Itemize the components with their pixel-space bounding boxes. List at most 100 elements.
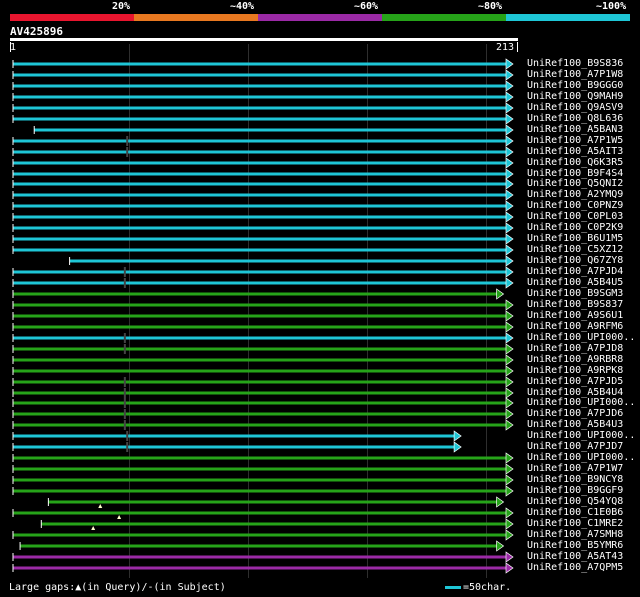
hit-end-arrow	[496, 496, 505, 508]
query-gap-marker	[117, 515, 122, 519]
hit-label[interactable]: UniRef100_A7P1W5	[527, 135, 623, 146]
hit-end-arrow	[505, 376, 514, 388]
hit-label[interactable]: UniRef100_B9SGM3	[527, 288, 623, 299]
hit-end-arrow	[505, 124, 514, 136]
hit-end-arrow	[453, 430, 462, 442]
hit-label[interactable]: UniRef100_A2YMQ9	[527, 189, 623, 200]
hit-label[interactable]: UniRef100_A9RPK8	[527, 365, 623, 376]
hit-label[interactable]: UniRef100_A9S6U1	[527, 310, 623, 321]
hit-label[interactable]: UniRef100_Q8L636	[527, 113, 623, 124]
query-gap-marker	[91, 526, 96, 530]
hit-end-arrow	[505, 452, 514, 464]
hit-label[interactable]: UniRef100_Q9MAH9	[527, 91, 623, 102]
hit-end-arrow	[505, 277, 514, 289]
hit-end-arrow	[505, 408, 514, 420]
hit-end-arrow	[505, 299, 514, 311]
hit-end-arrow	[505, 354, 514, 366]
hit-label[interactable]: UniRef100_UPI000..	[527, 397, 635, 408]
hit-end-arrow	[453, 441, 462, 453]
hit-end-arrow	[505, 222, 514, 234]
hit-label[interactable]: UniRef100_UPI000..	[527, 332, 635, 343]
hit-label[interactable]: UniRef100_A7QPM5	[527, 562, 623, 573]
hit-label[interactable]: UniRef100_A7SMH8	[527, 529, 623, 540]
hit-label[interactable]: UniRef100_A7PJD7	[527, 441, 623, 452]
subject-gap-mark	[123, 409, 126, 419]
hit-label[interactable]: UniRef100_C0P2K9	[527, 222, 623, 233]
hit-label[interactable]: UniRef100_B9S836	[527, 58, 623, 69]
hit-end-arrow	[505, 507, 514, 519]
hit-label[interactable]: UniRef100_Q54YQ8	[527, 496, 623, 507]
hit-end-arrow	[505, 58, 514, 70]
hit-end-arrow	[496, 288, 505, 300]
hit-label[interactable]: UniRef100_B6U1M5	[527, 233, 623, 244]
hit-list: UniRef100_B9S836 UniRef100_A7P1W8 UniRef10…	[0, 0, 640, 597]
hit-end-arrow	[505, 463, 514, 475]
subject-gap-mark	[123, 344, 126, 354]
hit-end-arrow	[505, 113, 514, 125]
hit-label[interactable]: UniRef100_C1MRE2	[527, 518, 623, 529]
hit-label[interactable]: UniRef100_A7P1W8	[527, 69, 623, 80]
hit-end-arrow	[505, 332, 514, 344]
hit-end-arrow	[505, 343, 514, 355]
subject-gap-mark	[126, 147, 129, 157]
hit-end-arrow	[505, 102, 514, 114]
hit-end-arrow	[505, 266, 514, 278]
hit-label[interactable]: UniRef100_A7PJD6	[527, 408, 623, 419]
gap-legend: Large gaps:▲(in Query)/-(in Subject)	[9, 582, 226, 593]
hit-label[interactable]: UniRef100_C5XZ12	[527, 244, 623, 255]
hit-label[interactable]: UniRef100_Q6K3R5	[527, 157, 623, 168]
hit-end-arrow	[505, 244, 514, 256]
hit-end-arrow	[505, 529, 514, 541]
hit-label[interactable]: UniRef100_UPI000..	[527, 452, 635, 463]
subject-gap-mark	[123, 398, 126, 408]
hit-end-arrow	[505, 178, 514, 190]
hit-label[interactable]: UniRef100_Q67ZY8	[527, 255, 623, 266]
hit-label[interactable]: UniRef100_B9GGF9	[527, 485, 623, 496]
hit-end-arrow	[505, 387, 514, 399]
hit-end-arrow	[505, 365, 514, 377]
hit-end-arrow	[505, 397, 514, 409]
subject-gap-mark	[123, 420, 126, 430]
hit-label[interactable]: UniRef100_A5AT43	[527, 551, 623, 562]
hit-label[interactable]: UniRef100_A9RBR8	[527, 354, 623, 365]
hit-label[interactable]: UniRef100_A5AIT3	[527, 146, 623, 157]
hit-label[interactable]: UniRef100_C0PL03	[527, 211, 623, 222]
hit-end-arrow	[505, 310, 514, 322]
hit-end-arrow	[505, 189, 514, 201]
hit-label[interactable]: UniRef100_A7PJD8	[527, 343, 623, 354]
hit-label[interactable]: UniRef100_C0PNZ9	[527, 200, 623, 211]
hit-end-arrow	[505, 200, 514, 212]
hit-label[interactable]: UniRef100_A7P1W7	[527, 463, 623, 474]
hit-label[interactable]: UniRef100_A5B4U3	[527, 419, 623, 430]
hit-end-arrow	[505, 135, 514, 147]
hit-label[interactable]: UniRef100_Q5QNI2	[527, 178, 623, 189]
hit-end-arrow	[505, 91, 514, 103]
hit-end-arrow	[505, 69, 514, 81]
subject-gap-mark	[126, 431, 129, 441]
hit-end-arrow	[505, 518, 514, 530]
hit-label[interactable]: UniRef100_B9NCY8	[527, 474, 623, 485]
hit-label[interactable]: UniRef100_B9S837	[527, 299, 623, 310]
hit-label[interactable]: UniRef100_B5YMR6	[527, 540, 623, 551]
hit-label[interactable]: UniRef100_C1E0B6	[527, 507, 623, 518]
hit-label[interactable]: UniRef100_A7PJD5	[527, 376, 623, 387]
hit-end-arrow	[496, 540, 505, 552]
hit-label[interactable]: UniRef100_Q9ASV9	[527, 102, 623, 113]
hit-end-arrow	[505, 146, 514, 158]
hit-label[interactable]: UniRef100_A5B4U5	[527, 277, 623, 288]
hit-end-arrow	[505, 562, 514, 574]
hit-end-arrow	[505, 168, 514, 180]
hit-label[interactable]: UniRef100_UPI000..	[527, 430, 635, 441]
hit-end-arrow	[505, 211, 514, 223]
hit-end-arrow	[505, 551, 514, 563]
hit-end-arrow	[505, 321, 514, 333]
hit-label[interactable]: UniRef100_B9GGG0	[527, 80, 623, 91]
subject-gap-mark	[123, 388, 126, 398]
subject-gap-mark	[123, 267, 126, 277]
query-gap-marker	[98, 504, 103, 508]
hit-label[interactable]: UniRef100_A9RFM6	[527, 321, 623, 332]
hit-end-arrow	[505, 233, 514, 245]
hit-label[interactable]: UniRef100_A7PJD4	[527, 266, 623, 277]
hit-label[interactable]: UniRef100_A5BAN3	[527, 124, 623, 135]
subject-gap-mark	[126, 442, 129, 452]
